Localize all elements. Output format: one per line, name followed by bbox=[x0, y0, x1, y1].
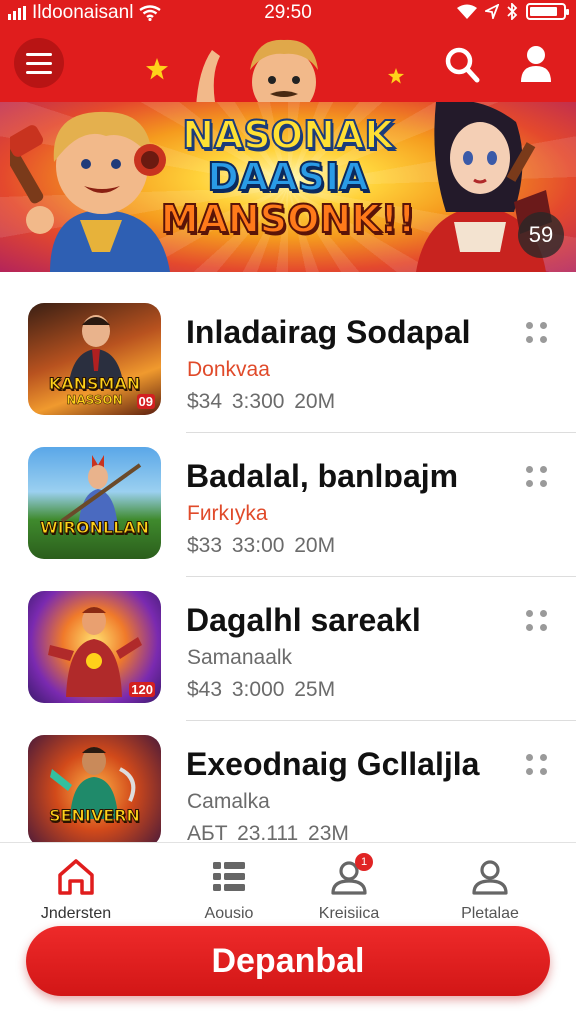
nav-tab-home[interactable]: Jndersten bbox=[4, 857, 148, 923]
more-options-icon[interactable] bbox=[524, 752, 550, 782]
notification-badge: 1 bbox=[355, 853, 373, 871]
list-item[interactable]: 120 Dagalhl sareakl Samanaalk $43 3:000 … bbox=[0, 560, 576, 721]
game-title[interactable]: Dagalhl sareakl bbox=[186, 602, 421, 639]
game-meta: $34 3:300 20M bbox=[187, 390, 336, 413]
list-item[interactable]: KANSMAN NASSON 09 Inladairag Sodapal Don… bbox=[0, 272, 576, 433]
banner-title-line-1: NASONAK bbox=[181, 113, 395, 157]
list-item[interactable]: SENIVERN Exeodnaig Gcllaljla Camalka AБT… bbox=[0, 704, 576, 842]
game-title[interactable]: Badalal, banlɒajm bbox=[186, 458, 458, 495]
game-thumbnail[interactable]: SENIVERN bbox=[28, 735, 161, 842]
game-thumbnail[interactable]: WIRONLLAN bbox=[28, 447, 161, 559]
thumbnail-tag: 120 bbox=[129, 682, 155, 697]
game-developer: Camalka bbox=[187, 790, 270, 813]
menu-button[interactable] bbox=[14, 38, 64, 88]
star-icon bbox=[146, 58, 168, 80]
game-title[interactable]: Inladairag Sodapal bbox=[186, 314, 471, 351]
nav-tab-notifications[interactable]: 1 Kreisiica bbox=[277, 853, 421, 923]
star-icon bbox=[388, 68, 404, 84]
grid-list-icon bbox=[213, 862, 245, 891]
nav-tab-label: Kreisiica bbox=[318, 905, 380, 922]
thumbnail-tag: 09 bbox=[136, 394, 155, 409]
nav-tab-profile[interactable]: Pletalae bbox=[418, 857, 562, 923]
search-icon[interactable] bbox=[444, 44, 480, 84]
game-developer: Fиrkıyka bbox=[187, 502, 268, 525]
status-right bbox=[457, 3, 569, 20]
more-options-icon[interactable] bbox=[524, 608, 550, 638]
game-meta: AБT 23.111 23M bbox=[187, 822, 349, 842]
wifi-icon bbox=[457, 4, 477, 19]
list-item[interactable]: WIRONLLAN Badalal, banlɒajm Fиrkıyka $33… bbox=[0, 416, 576, 577]
mascot-character bbox=[196, 39, 318, 110]
user-icon bbox=[472, 860, 508, 895]
banner-title: NASONAK DAASIA MANSONK!! bbox=[0, 113, 576, 241]
more-options-icon[interactable] bbox=[524, 464, 550, 494]
game-developer: Donkvaa bbox=[187, 358, 270, 381]
game-meta: $43 3:000 25M bbox=[187, 678, 336, 701]
more-options-icon[interactable] bbox=[524, 320, 550, 350]
thumbnail-caption: WIRONLLAN bbox=[39, 518, 150, 538]
battery-icon bbox=[526, 3, 569, 20]
nav-tab-label: Pletalae bbox=[461, 905, 519, 922]
status-bar: Ildoonaisanl 29:50 bbox=[0, 0, 576, 26]
game-meta: $33 33:00 20M bbox=[187, 534, 336, 557]
top-bar: Ildoonaisanl 29:50 bbox=[0, 0, 576, 110]
promo-banner[interactable]: NASONAK DAASIA MANSONK!! 59 bbox=[0, 102, 576, 272]
banner-title-line-3: MANSONK!! bbox=[160, 197, 417, 241]
game-title[interactable]: Exeodnaig Gcllaljla bbox=[186, 746, 479, 783]
bluetooth-icon bbox=[507, 3, 518, 20]
thumbnail-caption: SENIVERN bbox=[49, 806, 141, 826]
location-icon bbox=[485, 4, 499, 19]
game-thumbnail[interactable]: KANSMAN NASSON 09 bbox=[28, 303, 161, 415]
primary-action-button[interactable]: Depanbal bbox=[26, 926, 550, 996]
banner-title-line-2: DAASIA bbox=[206, 155, 369, 199]
user-icon[interactable] bbox=[518, 44, 554, 84]
thumbnail-caption: KANSMAN bbox=[48, 374, 141, 394]
home-icon bbox=[58, 859, 94, 895]
game-list[interactable]: KANSMAN NASSON 09 Inladairag Sodapal Don… bbox=[0, 272, 576, 842]
game-developer: Samanaalk bbox=[187, 646, 293, 669]
nav-tab-label: Jndersten bbox=[40, 905, 112, 922]
game-thumbnail[interactable]: 120 bbox=[28, 591, 161, 703]
banner-count-badge: 59 bbox=[518, 212, 564, 258]
